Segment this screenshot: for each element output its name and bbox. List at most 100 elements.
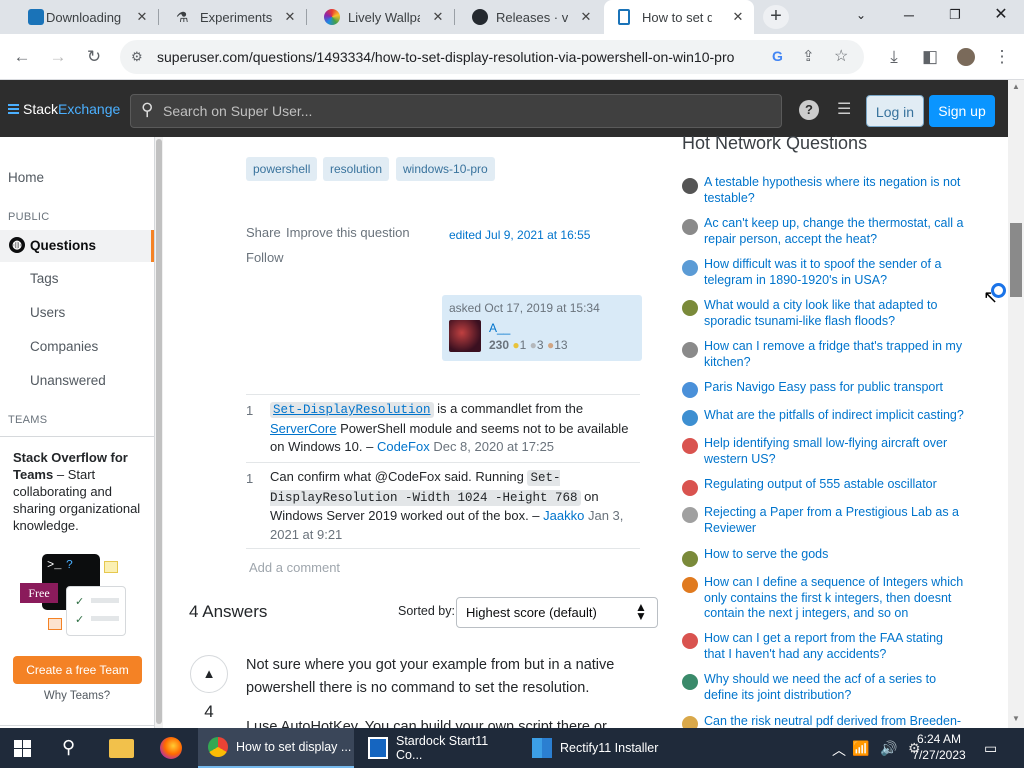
stackexchange-logo[interactable]: StackExchange [8,101,120,117]
search-input[interactable] [163,101,763,121]
hot-network-question-link[interactable]: What are the pitfalls of indirect implic… [704,408,966,424]
page-scrollbar[interactable]: ▲ ▼ [1008,80,1024,728]
sidebar-scrollbar-thumb[interactable] [156,139,162,724]
hot-network-question-link[interactable]: A testable hypothesis where its negation… [704,175,966,206]
user-name-link[interactable]: A__ [489,321,510,335]
hot-network-question-link[interactable]: Rejecting a Paper from a Prestigious Lab… [704,505,966,536]
hot-network-question-link[interactable]: Paris Navigo Easy pass for public transp… [704,380,966,396]
profile-avatar-icon[interactable] [954,45,978,69]
edited-timestamp-link[interactable]: edited Jul 9, 2021 at 16:55 [449,228,590,242]
nav-companies[interactable]: Companies [30,339,150,354]
network-icon[interactable]: 📶 [852,740,869,757]
log-in-button[interactable]: Log in [866,95,924,127]
windows-start-icon[interactable] [14,740,31,757]
tab-how-to-set-display[interactable]: How to set display ✕ [604,0,754,34]
clock-date: 7/27/2023 [912,748,966,762]
servercore-link[interactable]: ServerCore [270,421,336,436]
bookmark-star-icon[interactable]: ☆ [834,46,848,66]
taskbar-start11-window[interactable]: Stardock Start11 Co... [360,728,518,768]
taskbar-clock[interactable]: 6:24 AM 7/27/2023 [910,731,968,763]
minimize-button[interactable]: ─ [886,0,932,30]
back-arrow-icon[interactable]: ← [10,45,34,69]
user-avatar[interactable] [449,320,481,352]
nav-users[interactable]: Users [30,305,150,320]
close-icon[interactable]: ✕ [430,9,446,25]
tab-search-chevron-icon[interactable]: ⌄ [838,0,884,30]
browser-menu-icon[interactable]: ⋮ [990,45,1014,69]
hot-network-questions-heading: Hot Network Questions [682,133,868,153]
google-lens-icon[interactable]: G [772,48,783,64]
tag-powershell[interactable]: powershell [246,157,318,181]
follow-link[interactable]: Follow [246,250,284,265]
hot-network-question-link[interactable]: How can I define a sequence of Integers … [704,575,966,622]
sign-up-button[interactable]: Sign up [929,95,995,127]
upvote-button[interactable]: ▲ [190,655,228,693]
close-window-button[interactable]: ✕ [978,0,1024,30]
sort-select[interactable]: Highest score (default) ▲ ▼ [456,597,658,628]
site-info-icon[interactable]: ⚙ [131,49,143,65]
download-icon[interactable]: ⤓ [882,45,906,69]
tab-releases[interactable]: Releases · valinet ✕ [462,0,602,34]
scroll-down-arrow-icon[interactable]: ▼ [1012,714,1020,723]
close-icon[interactable]: ✕ [578,9,594,25]
taskbar-app-label: Rectify11 Installer [560,741,659,755]
share-link[interactable]: Share [246,225,281,240]
tab-lively-wallpaper[interactable]: Lively Wallpaper ✕ [314,0,455,34]
tag-windows-10-pro[interactable]: windows-10-pro [396,157,495,181]
sidebar-scrollbar[interactable] [155,137,163,728]
address-bar[interactable]: ⚙ superuser.com/questions/1493334/how-to… [120,40,864,74]
show-hidden-icons-chevron-icon[interactable]: ︿ [832,740,846,760]
add-comment-link[interactable]: Add a comment [249,560,340,575]
stats-icon [682,674,698,690]
hot-network-question-link[interactable]: How can I remove a fridge that's trapped… [704,339,966,370]
hot-network-question-link[interactable]: Help identifying small low-flying aircra… [704,436,966,467]
tab-downloading[interactable]: Downloading ✕ [18,0,159,34]
nav-questions[interactable]: ◍ Questions [0,230,154,262]
url-text[interactable]: superuser.com/questions/1493334/how-to-s… [157,49,734,65]
nav-unanswered[interactable]: Unanswered [30,373,150,388]
taskbar-chrome-window[interactable]: How to set display ... [198,728,354,768]
taskbar-rectify11-window[interactable]: Rectify11 Installer [524,728,684,768]
nav-tags[interactable]: Tags [30,271,150,286]
close-icon[interactable]: ✕ [730,9,746,25]
comment-code-link[interactable]: Set-DisplayResolution [270,402,434,418]
comment-user-link[interactable]: CodeFox [377,439,430,454]
nav-home[interactable]: Home [8,170,162,185]
scroll-up-arrow-icon[interactable]: ▲ [1012,82,1020,91]
create-free-team-button[interactable]: Create a free Team [13,656,142,684]
windows-taskbar: ⚲ How to set display ... Stardock Start1… [0,728,1024,768]
share-icon[interactable]: ⇪ [802,47,815,65]
hot-network-question-link[interactable]: How to serve the gods [704,547,966,563]
sort-select-value: Highest score (default) [466,605,597,620]
notifications-icon[interactable]: ▭ [984,740,997,757]
close-icon[interactable]: ✕ [134,9,150,25]
site-switcher-icon[interactable]: ☰ [837,100,857,120]
search-icon[interactable]: ⚲ [62,737,75,758]
restore-button[interactable]: ❐ [932,0,978,30]
reload-icon[interactable]: ↻ [82,45,106,69]
hot-network-question-link[interactable]: Why should we need the acf of a series t… [704,672,966,703]
hot-network-question-link[interactable]: What would a city look like that adapted… [704,298,966,329]
comment-user-link[interactable]: Jaakko [543,508,584,523]
tag-resolution[interactable]: resolution [323,157,390,181]
forward-arrow-icon[interactable]: → [46,45,70,69]
tab-experiments[interactable]: ⚗ Experiments ✕ [166,0,307,34]
why-teams-link[interactable]: Why Teams? [0,690,154,702]
hot-network-question-link[interactable]: How can I get a report from the FAA stat… [704,631,966,662]
gold-count: 1 [519,338,527,352]
volume-icon[interactable]: 🔊 [880,740,897,757]
close-icon[interactable]: ✕ [282,9,298,25]
hot-network-question-link[interactable]: Ac can't keep up, change the thermostat,… [704,216,966,247]
new-tab-button[interactable]: + [763,5,789,29]
silver-count: 3 [536,338,544,352]
help-icon[interactable]: ? [799,100,819,120]
taskbar-app-label: How to set display ... [236,740,352,754]
improve-question-link[interactable]: Improve this question [286,225,410,240]
hot-network-question-link[interactable]: Regulating output of 555 astable oscilla… [704,477,966,493]
page-scrollbar-thumb[interactable] [1010,223,1022,297]
side-panel-icon[interactable]: ◧ [918,45,942,69]
hot-network-question-link[interactable]: How difficult was it to spoof the sender… [704,257,966,288]
file-explorer-icon[interactable] [109,739,134,758]
nav-section-teams: TEAMS [8,414,48,426]
firefox-icon[interactable] [160,737,182,759]
